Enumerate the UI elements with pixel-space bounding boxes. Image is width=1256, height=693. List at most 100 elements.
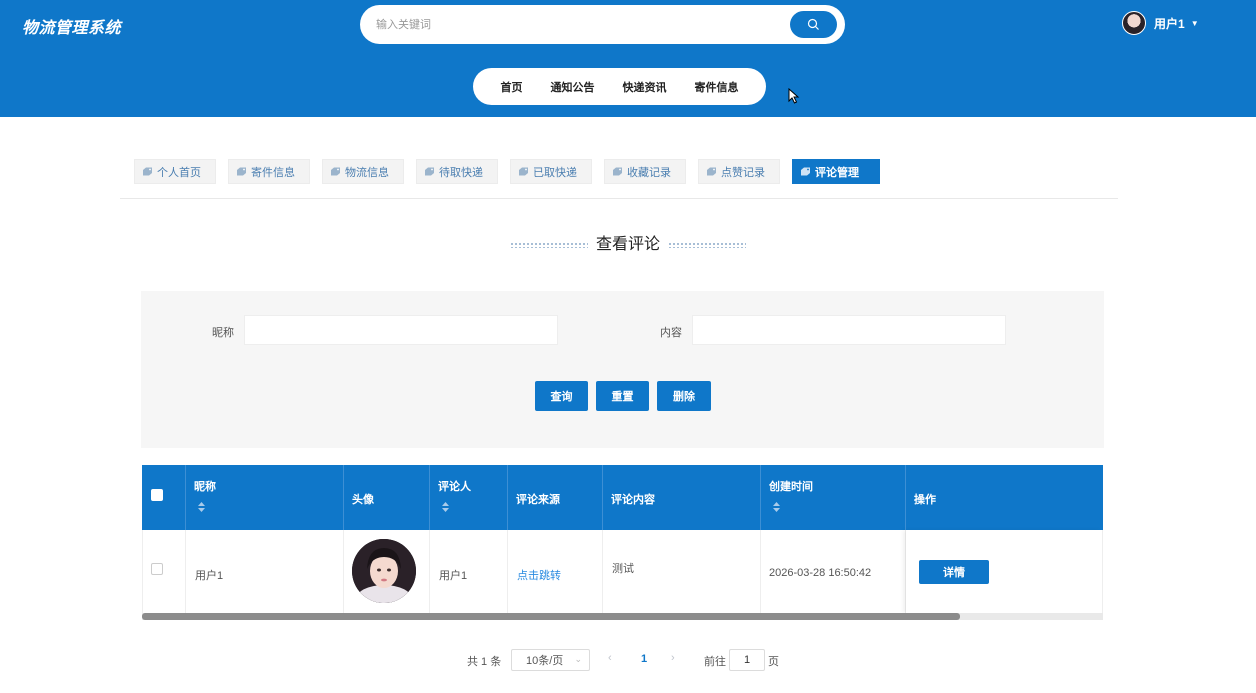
table-header: 昵称 头像 评论人 评论来源 评论内容 创建时间 操作 [142, 465, 1103, 530]
total-count: 共 1 条 [467, 656, 502, 668]
row-select-cell [143, 530, 186, 613]
search-icon [807, 18, 819, 30]
tab-personal-home[interactable]: 个人首页 [134, 159, 216, 184]
user-name: 用户1 [1154, 16, 1185, 31]
search-filter-panel: 昵称 内容 查询 重置 删除 [141, 291, 1104, 448]
tag-icon [331, 167, 340, 176]
tab-likes[interactable]: 点赞记录 [698, 159, 780, 184]
tab-label: 已取快递 [533, 166, 577, 179]
page-size-select[interactable]: 10条/页 ⌄ [511, 649, 590, 671]
user-center-tabs: 个人首页 寄件信息 物流信息 待取快递 已取快递 收藏记录 点赞记录 评论管理 [134, 159, 892, 184]
tab-label: 个人首页 [157, 166, 201, 179]
user-avatar [1122, 11, 1146, 35]
avatar-cell [344, 530, 430, 613]
avatar[interactable] [352, 539, 416, 603]
tag-icon [237, 167, 246, 176]
main-nav: 首页 通知公告 快递资讯 寄件信息 [473, 68, 766, 105]
created-time-cell: 2026-03-28 16:50:42 [761, 530, 906, 613]
chevron-down-icon: ⌄ [574, 654, 582, 664]
reset-button[interactable]: 重置 [596, 381, 649, 411]
delete-button[interactable]: 删除 [657, 381, 711, 411]
page-suffix: 页 [768, 656, 779, 668]
decoration-right [668, 241, 746, 248]
tab-label: 评论管理 [815, 166, 859, 179]
nickname-cell: 用户1 [186, 530, 344, 613]
column-header-label: 头像 [352, 494, 374, 506]
page-number-current[interactable]: 1 [641, 653, 647, 665]
tag-icon [519, 167, 528, 176]
search-input[interactable] [376, 15, 776, 35]
commenter-cell: 用户1 [430, 530, 508, 613]
pagination: 共 1 条 10条/页 ⌄ ‹ 1 › 前往 页 [0, 648, 1256, 672]
tag-icon [425, 167, 434, 176]
goto-page-input[interactable] [729, 649, 765, 671]
select-all-checkbox[interactable] [151, 489, 163, 501]
nav-item-notice[interactable]: 通知公告 [537, 79, 609, 95]
content-field[interactable] [692, 315, 1006, 345]
sort-icon [773, 502, 780, 512]
jump-link[interactable]: 点击跳转 [517, 567, 561, 583]
header-select-all-cell [142, 465, 186, 530]
detail-button[interactable]: 详情 [919, 560, 989, 584]
column-header-label: 操作 [914, 494, 936, 506]
created-time-value: 2026-03-28 16:50:42 [769, 567, 872, 579]
nickname-label: 昵称 [212, 327, 234, 339]
tab-logistics-info[interactable]: 物流信息 [322, 159, 404, 184]
tag-icon [801, 167, 810, 176]
query-button[interactable]: 查询 [535, 381, 588, 411]
header-avatar: 头像 [344, 465, 430, 530]
column-header-label: 评论内容 [611, 494, 655, 506]
nickname-value: 用户1 [195, 570, 224, 582]
row-checkbox[interactable] [151, 563, 163, 575]
top-header: 物流管理系统 用户1 ▼ 首页 通知公告 快递资讯 寄件信息 [0, 0, 1256, 117]
tab-label: 待取快递 [439, 166, 483, 179]
page-title: 查看评论 [595, 236, 660, 253]
tab-label: 物流信息 [345, 166, 389, 179]
site-logo[interactable]: 物流管理系统 [22, 14, 121, 38]
search-button[interactable] [790, 11, 837, 38]
content-value: 测试 [612, 563, 634, 575]
sort-icon [442, 502, 449, 512]
decoration-left [509, 241, 588, 248]
header-nickname[interactable]: 昵称 [186, 465, 344, 530]
column-header-label: 评论来源 [516, 494, 560, 506]
avatar-image [352, 539, 416, 603]
next-page-icon[interactable]: › [671, 652, 675, 664]
page-size-value: 10条/页 [526, 655, 564, 667]
nav-item-shipment[interactable]: 寄件信息 [681, 79, 753, 95]
source-cell: 点击跳转 [508, 530, 603, 613]
header-commenter[interactable]: 评论人 [430, 465, 508, 530]
section-title: 查看评论 [0, 230, 1256, 254]
mouse-cursor-icon [788, 88, 800, 104]
header-content: 评论内容 [603, 465, 761, 530]
table-row: 用户1 用户1 点击跳转 测试 2026-03-28 16:50:42 详情 [142, 530, 1103, 613]
caret-down-icon: ▼ [1190, 18, 1199, 28]
nav-item-home[interactable]: 首页 [487, 79, 537, 95]
actions-cell: 详情 [906, 530, 1102, 613]
comments-table: 昵称 头像 评论人 评论来源 评论内容 创建时间 操作 用户1 用户1 点击跳转… [142, 465, 1103, 620]
tag-icon [143, 167, 152, 176]
tab-label: 收藏记录 [627, 166, 671, 179]
tab-favorites[interactable]: 收藏记录 [604, 159, 686, 184]
tab-shipment-info[interactable]: 寄件信息 [228, 159, 310, 184]
nav-item-news[interactable]: 快递资讯 [609, 79, 681, 95]
column-header-label: 创建时间 [769, 481, 813, 493]
goto-label: 前往 [704, 656, 726, 668]
tab-picked-up[interactable]: 已取快递 [510, 159, 592, 184]
search-bar [360, 5, 845, 44]
nickname-field[interactable] [244, 315, 558, 345]
content-cell: 测试 [603, 530, 761, 613]
commenter-value: 用户1 [439, 570, 468, 582]
tag-icon [613, 167, 622, 176]
tab-label: 寄件信息 [251, 166, 295, 179]
header-created-time[interactable]: 创建时间 [761, 465, 906, 530]
column-header-label: 昵称 [194, 481, 216, 493]
prev-page-icon[interactable]: ‹ [608, 652, 612, 664]
column-header-label: 评论人 [438, 481, 471, 493]
user-menu[interactable]: 用户1 ▼ [1122, 11, 1199, 35]
header-source: 评论来源 [508, 465, 603, 530]
horizontal-scrollbar-thumb[interactable] [142, 613, 960, 620]
divider [120, 198, 1118, 199]
tab-pending-pickup[interactable]: 待取快递 [416, 159, 498, 184]
tab-comment-management[interactable]: 评论管理 [792, 159, 880, 184]
